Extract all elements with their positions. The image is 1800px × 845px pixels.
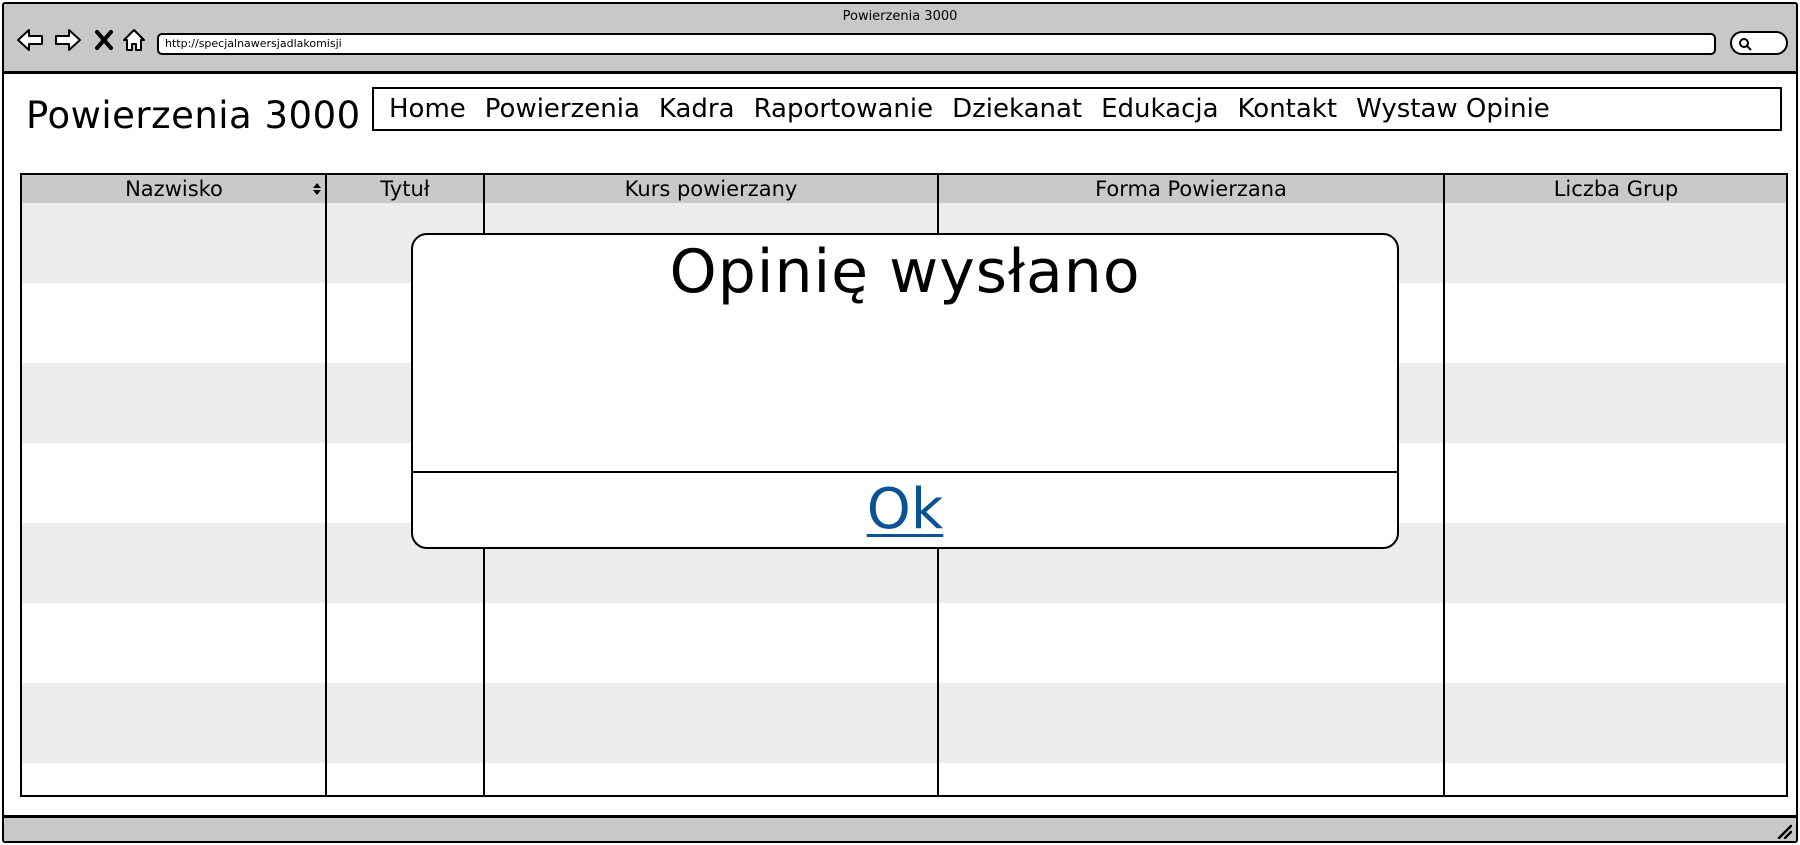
back-icon[interactable] bbox=[14, 26, 46, 54]
site-title: Powierzenia 3000 bbox=[26, 94, 361, 137]
resize-grip-icon[interactable] bbox=[1776, 823, 1792, 839]
menu-item-dziekanat[interactable]: Dziekanat bbox=[952, 94, 1082, 124]
column-header-kurs-powierzany[interactable]: Kurs powierzany bbox=[484, 175, 938, 203]
column-header-nazwisko[interactable]: Nazwisko bbox=[22, 175, 326, 203]
browser-window: Powierzenia 3000 http://specjalnawersjad… bbox=[2, 2, 1798, 843]
table-row[interactable] bbox=[22, 603, 1786, 683]
menu-item-edukacja[interactable]: Edukacja bbox=[1101, 94, 1218, 124]
column-header-forma-powierzana[interactable]: Forma Powierzana bbox=[938, 175, 1444, 203]
menu-item-wystaw-opinie[interactable]: Wystaw Opinie bbox=[1356, 94, 1550, 124]
forward-icon[interactable] bbox=[52, 26, 84, 54]
main-menu: Home Powierzenia Kadra Raportowanie Dzie… bbox=[372, 87, 1782, 131]
column-divider bbox=[1443, 175, 1445, 795]
table-header: Nazwisko Tytuł Kurs powierzany Forma Pow… bbox=[22, 175, 1786, 203]
dialog-title: Opinię wysłano bbox=[669, 237, 1141, 307]
sort-icon[interactable] bbox=[312, 181, 322, 197]
home-icon[interactable] bbox=[118, 26, 150, 54]
url-bar[interactable]: http://specjalnawersjadlakomisji bbox=[157, 33, 1716, 55]
window-title: Powierzenia 3000 bbox=[842, 9, 958, 24]
browser-chrome: Powierzenia 3000 http://specjalnawersjad… bbox=[4, 4, 1796, 74]
table-row[interactable] bbox=[22, 763, 1786, 795]
search-icon bbox=[1739, 38, 1752, 51]
column-divider bbox=[325, 175, 327, 795]
table-row[interactable] bbox=[22, 683, 1786, 763]
column-header-label: Nazwisko bbox=[125, 177, 223, 201]
column-header-liczba-grup[interactable]: Liczba Grup bbox=[1444, 175, 1786, 203]
ok-button[interactable]: Ok bbox=[413, 477, 1397, 542]
menu-item-kontakt[interactable]: Kontakt bbox=[1238, 94, 1338, 124]
dialog-divider bbox=[413, 471, 1397, 473]
column-header-tytul[interactable]: Tytuł bbox=[326, 175, 484, 203]
menu-item-kadra[interactable]: Kadra bbox=[659, 94, 735, 124]
menu-item-powierzenia[interactable]: Powierzenia bbox=[485, 94, 640, 124]
menu-item-raportowanie[interactable]: Raportowanie bbox=[754, 94, 934, 124]
menu-item-home[interactable]: Home bbox=[389, 94, 466, 124]
status-bar bbox=[4, 815, 1796, 841]
stop-icon[interactable] bbox=[88, 26, 120, 54]
confirmation-dialog: Opinię wysłano Ok bbox=[411, 233, 1399, 549]
browser-search-box[interactable] bbox=[1730, 31, 1788, 55]
